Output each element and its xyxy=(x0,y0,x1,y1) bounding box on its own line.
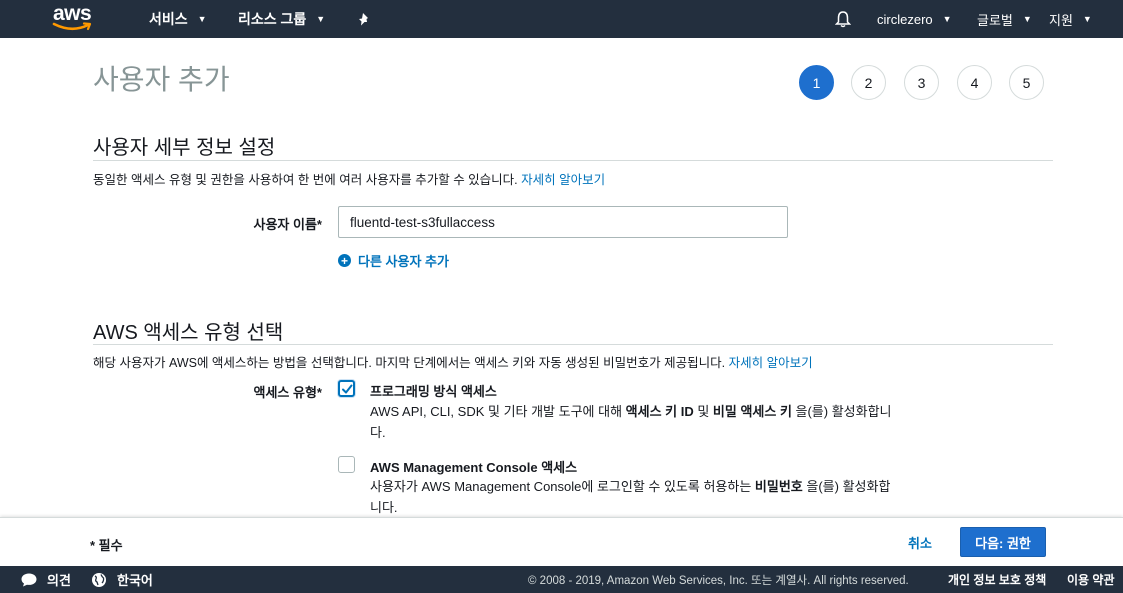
region-label: 글로벌 xyxy=(977,12,1013,28)
pin-button[interactable] xyxy=(358,0,372,38)
page-title: 사용자 추가 xyxy=(93,64,230,95)
top-navigation-bar: aws 서비스 ▼ 리소스 그룹 ▼ circlezero ▼ 글로벌 ▼ 지원… xyxy=(0,0,1123,38)
step-4[interactable]: 4 xyxy=(957,65,992,100)
desc-text: 다. xyxy=(370,425,386,440)
feedback-button[interactable]: 의견 xyxy=(20,566,71,593)
username-input[interactable] xyxy=(338,206,788,238)
bell-icon xyxy=(835,11,851,28)
user-details-description: 동일한 액세스 유형 및 권한을 사용하여 한 번에 여러 사용자를 추가할 수… xyxy=(93,169,605,188)
step-5[interactable]: 5 xyxy=(1009,65,1044,100)
copyright-text: © 2008 - 2019, Amazon Web Services, Inc.… xyxy=(528,574,909,587)
cancel-button[interactable]: 취소 xyxy=(908,533,932,552)
chevron-down-icon: ▼ xyxy=(197,14,207,24)
username-label: 사용자 이름* xyxy=(253,217,322,232)
privacy-policy-link[interactable]: 개인 정보 보호 정책 xyxy=(948,566,1046,593)
speech-bubble-icon xyxy=(21,573,37,586)
learn-more-link[interactable]: 자세히 알아보기 xyxy=(729,356,813,370)
console-access-description: 사용자가 AWS Management Console에 로그인할 수 있도록 … xyxy=(370,476,915,518)
chevron-down-icon: ▼ xyxy=(1022,14,1032,24)
desc-password: 비밀번호 xyxy=(754,479,803,494)
user-details-description-text: 동일한 액세스 유형 및 권한을 사용하여 한 번에 여러 사용자를 추가할 수… xyxy=(93,173,518,187)
desc-text: 을(를) 활성화합 xyxy=(802,479,891,494)
add-another-user-label: 다른 사용자 추가 xyxy=(358,254,449,269)
services-label: 서비스 xyxy=(149,11,188,27)
aws-logo[interactable]: aws xyxy=(52,2,98,34)
plus-circle-icon: + xyxy=(338,254,351,267)
step-1[interactable]: 1 xyxy=(799,65,834,100)
feedback-label: 의견 xyxy=(47,573,71,588)
desc-access-key-id: 액세스 키 ID xyxy=(625,404,694,419)
step-2[interactable]: 2 xyxy=(851,65,886,100)
section-divider xyxy=(93,344,1053,345)
access-type-description-text: 해당 사용자가 AWS에 액세스하는 방법을 선택합니다. 마지막 단계에서는 … xyxy=(93,356,726,370)
next-permissions-button[interactable]: 다음: 권한 xyxy=(960,527,1046,557)
aws-smile-icon xyxy=(52,22,92,31)
resource-groups-label: 리소스 그룹 xyxy=(238,11,307,27)
access-type-label: 액세스 유형* xyxy=(253,385,322,400)
terms-of-use-link[interactable]: 이용 약관 xyxy=(1067,566,1115,593)
step-3[interactable]: 3 xyxy=(904,65,939,100)
chevron-down-icon: ▼ xyxy=(1082,14,1092,24)
language-selector[interactable]: 한국어 xyxy=(91,566,153,593)
console-access-checkbox[interactable] xyxy=(338,456,355,473)
account-label: circlezero xyxy=(877,11,933,27)
account-menu[interactable]: circlezero ▼ xyxy=(877,0,952,38)
checkmark-icon xyxy=(342,384,353,394)
resource-groups-menu[interactable]: 리소스 그룹 ▼ xyxy=(238,0,325,38)
programmatic-access-description: AWS API, CLI, SDK 및 기타 개발 도구에 대해 액세스 키 I… xyxy=(370,401,915,443)
desc-secret-access-key: 비밀 액세스 키 xyxy=(712,404,792,419)
services-menu[interactable]: 서비스 ▼ xyxy=(149,0,207,38)
support-label: 지원 xyxy=(1049,12,1073,28)
language-label: 한국어 xyxy=(117,573,153,588)
access-type-description: 해당 사용자가 AWS에 액세스하는 방법을 선택합니다. 마지막 단계에서는 … xyxy=(93,352,813,371)
user-details-section-title: 사용자 세부 정보 설정 xyxy=(93,137,276,159)
desc-text: 니다. xyxy=(370,500,398,515)
desc-text: 을(를) 활성화합니 xyxy=(791,404,892,419)
learn-more-link[interactable]: 자세히 알아보기 xyxy=(521,173,605,187)
section-divider xyxy=(93,160,1053,161)
action-bar: * 필수 취소 다음: 권한 xyxy=(0,517,1123,566)
support-menu[interactable]: 지원 ▼ xyxy=(1049,0,1092,38)
chevron-down-icon: ▼ xyxy=(942,14,952,24)
required-note: * 필수 xyxy=(90,538,123,553)
desc-text: 사용자가 AWS Management Console에 로그인할 수 있도록 … xyxy=(370,479,755,494)
programmatic-access-checkbox[interactable] xyxy=(338,380,355,397)
region-menu[interactable]: 글로벌 ▼ xyxy=(977,0,1032,38)
programmatic-access-title: 프로그래밍 방식 액세스 xyxy=(370,384,497,399)
console-access-title: AWS Management Console 액세스 xyxy=(370,460,578,475)
footer: 의견 한국어 © 2008 - 2019, Amazon Web Service… xyxy=(0,566,1123,593)
desc-text: 및 xyxy=(693,404,713,419)
chevron-down-icon: ▼ xyxy=(316,14,326,24)
access-type-section-title: AWS 액세스 유형 선택 xyxy=(93,322,284,344)
pin-icon xyxy=(359,13,368,26)
desc-text: AWS API, CLI, SDK 및 기타 개발 도구에 대해 xyxy=(370,404,626,419)
add-another-user-button[interactable]: + 다른 사용자 추가 xyxy=(338,251,449,270)
globe-icon xyxy=(92,572,106,587)
notifications-button[interactable] xyxy=(835,0,851,38)
